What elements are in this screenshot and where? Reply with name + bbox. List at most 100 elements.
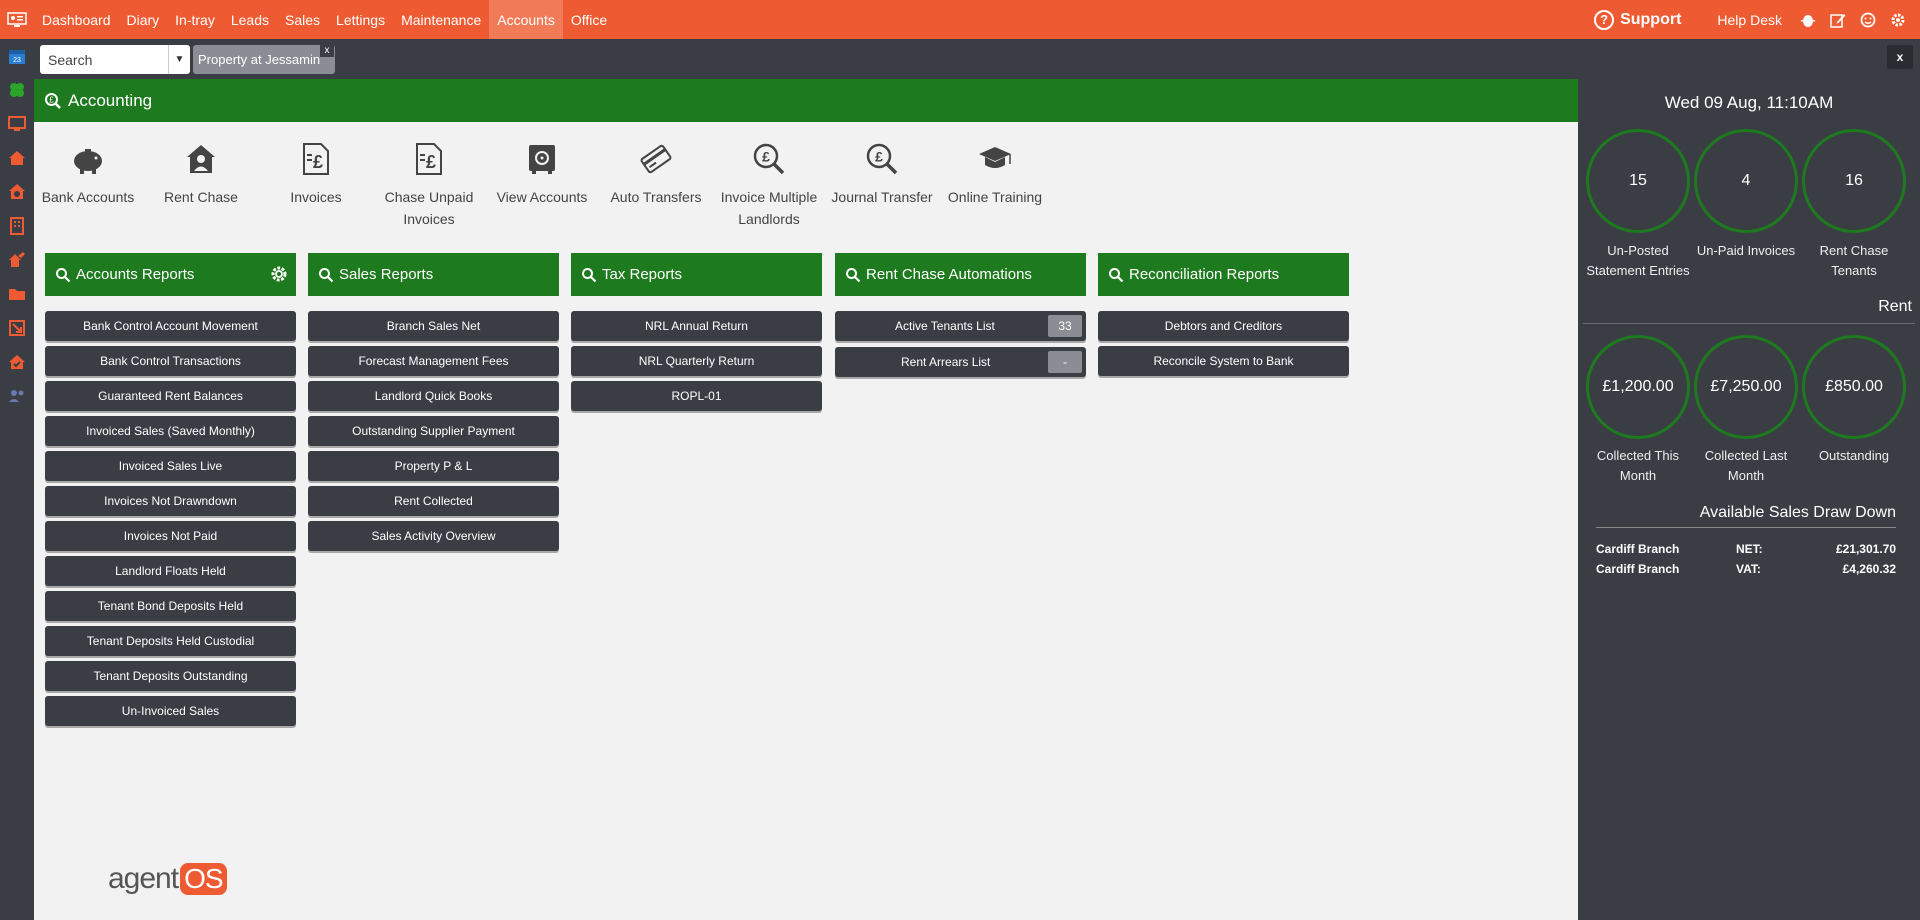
agentos-logo: agent OS	[108, 862, 227, 896]
monitor-icon[interactable]	[0, 107, 34, 141]
nav-in-tray[interactable]: In-tray	[167, 0, 223, 39]
active-tenants-list-button[interactable]: Active Tenants List 33	[835, 311, 1086, 341]
open-record-tab[interactable]: Property at Jessamin x	[193, 43, 335, 74]
nav-leads[interactable]: Leads	[223, 0, 277, 39]
rent-label-line: Collected Last	[1704, 448, 1788, 463]
rent-circle[interactable]: £1,200.00	[1586, 335, 1690, 439]
tile-online-training[interactable]: Online Training	[935, 140, 1055, 208]
tile-bank-accounts[interactable]: Bank Accounts	[28, 140, 148, 208]
report-button[interactable]: NRL Quarterly Return	[571, 346, 822, 376]
folder-icon[interactable]	[0, 277, 34, 311]
report-button[interactable]: Outstanding Supplier Payment	[308, 416, 559, 446]
support-label: Support	[1620, 10, 1682, 28]
tile-view-accounts[interactable]: View Accounts	[482, 140, 602, 208]
amount-value: £21,301.70	[1835, 542, 1896, 556]
stat-circle[interactable]: 15	[1586, 129, 1690, 233]
arrow-box-icon[interactable]	[0, 311, 34, 345]
bug-icon[interactable]	[1800, 12, 1816, 28]
edit-icon[interactable]	[1830, 12, 1846, 28]
help-desk-link[interactable]: Help Desk	[1717, 12, 1782, 28]
rent-chase-automations-panel: Rent Chase Automations Active Tenants Li…	[835, 253, 1086, 382]
report-button[interactable]: Debtors and Creditors	[1098, 311, 1349, 341]
nav-dashboard[interactable]: Dashboard	[34, 0, 119, 39]
clover-icon[interactable]	[0, 73, 34, 107]
report-button[interactable]: Sales Activity Overview	[308, 521, 559, 551]
report-button[interactable]: Bank Control Transactions	[45, 346, 296, 376]
support-button[interactable]: ? Support	[1594, 9, 1682, 30]
report-button-label: Rent Arrears List	[901, 355, 991, 369]
tile-chase-unpaid-invoices[interactable]: £ Chase Unpaid Invoices	[369, 140, 489, 230]
stat-circle[interactable]: 16	[1802, 129, 1906, 233]
rent-arrears-list-button[interactable]: Rent Arrears List -	[835, 347, 1086, 377]
pound-search-icon: £	[709, 140, 829, 178]
stat-circle[interactable]: 4	[1694, 129, 1798, 233]
rent-chase-automations-list: Active Tenants List 33 Rent Arrears List…	[835, 311, 1086, 377]
nav-diary[interactable]: Diary	[119, 0, 168, 39]
nav-accounts[interactable]: Accounts	[489, 0, 563, 39]
nav-sales[interactable]: Sales	[277, 0, 328, 39]
report-search-icon	[846, 267, 861, 282]
report-button[interactable]: Tenant Deposits Held Custodial	[45, 626, 296, 656]
card-icon	[596, 140, 716, 178]
report-button[interactable]: Branch Sales Net	[308, 311, 559, 341]
report-button[interactable]: Landlord Quick Books	[308, 381, 559, 411]
nav-lettings[interactable]: Lettings	[328, 0, 393, 39]
tile-invoices[interactable]: £ Invoices	[256, 140, 376, 208]
settings-icon[interactable]	[1890, 12, 1906, 28]
report-button[interactable]: Tenant Bond Deposits Held	[45, 591, 296, 621]
report-button[interactable]: Invoices Not Drawndown	[45, 486, 296, 516]
drawdown-row: Cardiff Branch NET: £21,301.70	[1596, 542, 1896, 562]
report-search-icon	[56, 267, 71, 282]
report-button[interactable]: Invoiced Sales (Saved Monthly)	[45, 416, 296, 446]
house-check-icon[interactable]	[0, 345, 34, 379]
nav-office[interactable]: Office	[563, 0, 615, 39]
report-button[interactable]: Rent Collected	[308, 486, 559, 516]
search-input[interactable]: Search ▼	[40, 45, 190, 74]
close-all-button[interactable]: x	[1887, 45, 1913, 69]
users-icon[interactable]	[0, 379, 34, 413]
rent-label-line: Month	[1619, 468, 1657, 483]
report-button[interactable]: ROPL-01	[571, 381, 822, 411]
tile-journal-transfer[interactable]: £ Journal Transfer	[822, 140, 942, 208]
brand-left: agent	[108, 862, 179, 895]
stat-label-line: Rent Chase	[1819, 243, 1889, 258]
report-button[interactable]: Invoices Not Paid	[45, 521, 296, 551]
smiley-icon[interactable]	[1860, 12, 1876, 28]
app-logo-icon[interactable]	[0, 0, 34, 39]
sales-reports-title: Sales Reports	[339, 266, 434, 283]
calendar-icon[interactable]: 23	[0, 39, 34, 73]
report-button[interactable]: Un-Invoiced Sales	[45, 696, 296, 726]
report-button[interactable]: Landlord Floats Held	[45, 556, 296, 586]
report-button[interactable]: Reconcile System to Bank	[1098, 346, 1349, 376]
report-button[interactable]: Property P & L	[308, 451, 559, 481]
rent-section-title: Rent	[1878, 298, 1912, 315]
amount-value: £4,260.32	[1842, 562, 1896, 576]
report-button[interactable]: NRL Annual Return	[571, 311, 822, 341]
tile-label: Online Training	[947, 189, 1043, 205]
gear-icon[interactable]	[270, 265, 288, 283]
report-button[interactable]: Tenant Deposits Outstanding	[45, 661, 296, 691]
report-button[interactable]: Invoiced Sales Live	[45, 451, 296, 481]
nav-maintenance[interactable]: Maintenance	[393, 0, 489, 39]
close-tab-icon[interactable]: x	[320, 43, 334, 57]
tile-invoice-multiple-landlords[interactable]: £ Invoice Multiple Landlords	[709, 140, 829, 230]
report-button[interactable]: Bank Control Account Movement	[45, 311, 296, 341]
tile-auto-transfers[interactable]: Auto Transfers	[596, 140, 716, 208]
sales-reports-header: Sales Reports	[308, 253, 559, 296]
search-dropdown-icon[interactable]: ▼	[168, 45, 190, 74]
rent-label-line: Month	[1727, 468, 1765, 483]
report-button[interactable]: Guaranteed Rent Balances	[45, 381, 296, 411]
tile-rent-chase[interactable]: Rent Chase	[141, 140, 261, 208]
rent-circle[interactable]: £850.00	[1802, 335, 1906, 439]
house-share-icon[interactable]	[0, 243, 34, 277]
stat-label: Un-Posted Statement Entries	[1583, 241, 1693, 281]
tile-label: Invoices	[290, 189, 342, 205]
graduation-cap-icon	[935, 140, 1055, 178]
brand-right: OS	[180, 863, 227, 895]
building-icon[interactable]	[0, 209, 34, 243]
report-button[interactable]: Forecast Management Fees	[308, 346, 559, 376]
rent-circle[interactable]: £7,250.00	[1694, 335, 1798, 439]
current-datetime: Wed 09 Aug, 11:10AM	[1664, 93, 1834, 112]
svg-text:£: £	[426, 152, 436, 172]
rent-label: Collected This Month	[1583, 446, 1693, 486]
